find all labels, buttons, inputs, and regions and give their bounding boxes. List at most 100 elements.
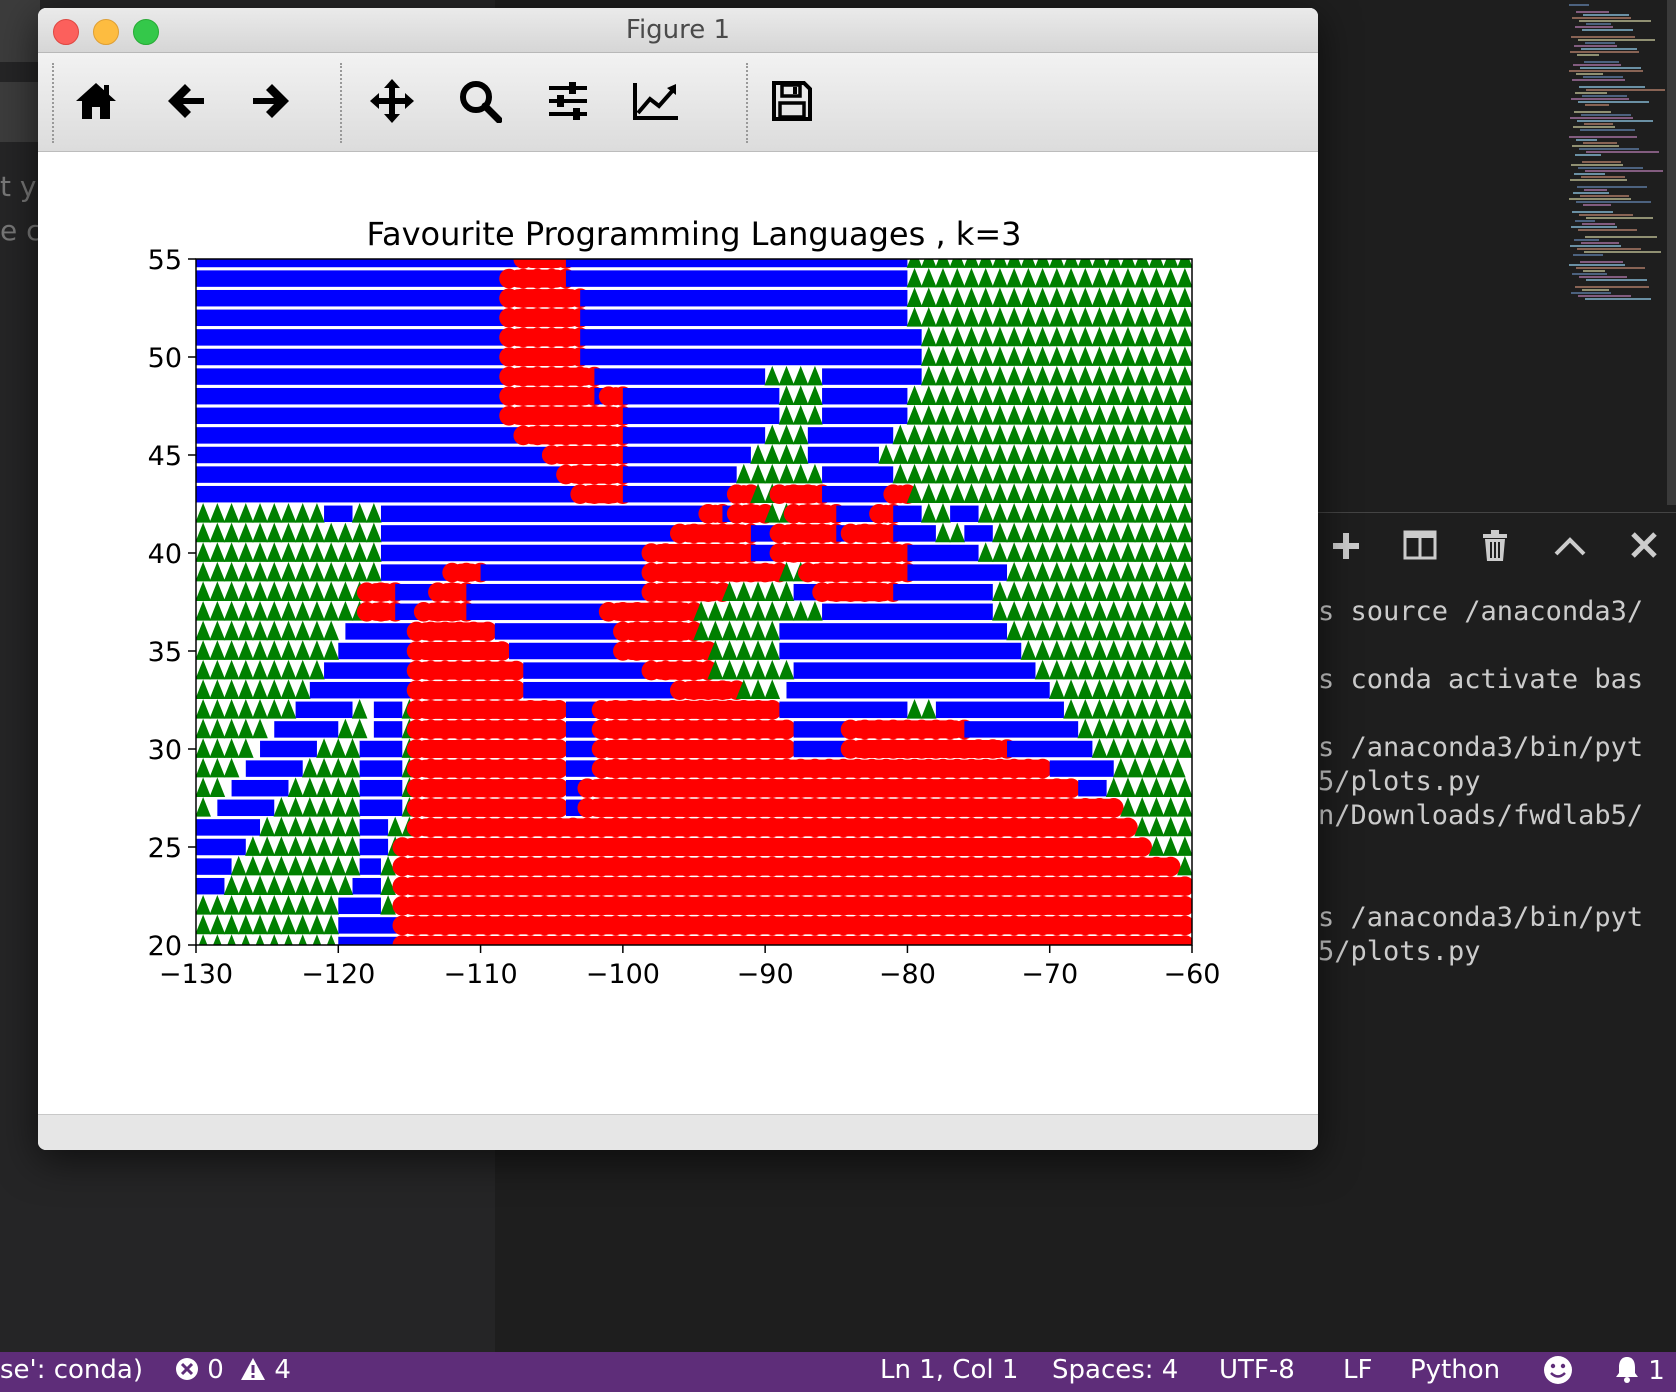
marker-triangle xyxy=(1162,581,1179,602)
minimap-line xyxy=(1583,142,1617,144)
marker-triangle xyxy=(330,855,347,876)
split-icon[interactable] xyxy=(1400,530,1440,568)
pan-button[interactable] xyxy=(364,75,420,131)
trash-icon[interactable] xyxy=(1475,530,1515,570)
marker-triangle xyxy=(316,777,332,798)
marker-triangle xyxy=(1162,307,1179,327)
marker-triangle xyxy=(209,659,226,680)
plus-icon[interactable] xyxy=(1326,530,1366,570)
marker-triangle xyxy=(241,934,251,945)
marker-triangle xyxy=(1020,326,1037,347)
figure-window[interactable]: Figure 1 −130 −120 −110 −100 −90 −80 −70… xyxy=(38,8,1318,1150)
minimap-line xyxy=(1579,20,1651,22)
marker-triangle xyxy=(764,620,781,641)
marker-triangle xyxy=(1162,385,1179,406)
marker-triangle xyxy=(280,679,297,700)
window-titlebar[interactable]: Figure 1 xyxy=(38,8,1318,53)
marker-triangle xyxy=(792,385,809,406)
save-button[interactable] xyxy=(764,75,820,131)
edit-axis-button[interactable] xyxy=(628,75,684,131)
chevron-up-icon[interactable] xyxy=(1550,530,1590,568)
plot[interactable]: −130 −120 −110 −100 −90 −80 −70 −60 20 25 30 35 40 45… xyxy=(38,152,1318,1114)
marker-square xyxy=(359,858,381,875)
marker-triangle xyxy=(764,640,781,660)
marker-triangle xyxy=(252,679,268,700)
marker-triangle xyxy=(1077,287,1094,308)
minimap-line xyxy=(1569,70,1643,72)
marker-square xyxy=(779,701,908,719)
marker-triangle xyxy=(209,561,226,582)
indentation-setting[interactable]: Spaces: 4 xyxy=(1052,1355,1178,1385)
minimap[interactable] xyxy=(1565,0,1676,500)
marker-triangle xyxy=(1162,287,1179,308)
home-button[interactable] xyxy=(68,75,124,131)
marker-triangle xyxy=(721,659,738,680)
feedback-smiley-icon[interactable] xyxy=(1543,1355,1573,1387)
marker-triangle xyxy=(1063,561,1079,582)
marker-triangle xyxy=(750,601,766,621)
cursor-position[interactable]: Ln 1, Col 1 xyxy=(880,1355,1018,1385)
marker-triangle xyxy=(330,757,347,778)
eol-setting[interactable]: LF xyxy=(1343,1355,1372,1385)
marker-circle xyxy=(549,739,569,759)
marker-triangle xyxy=(935,307,951,327)
marker-square xyxy=(245,760,303,777)
minimap-line xyxy=(1570,245,1621,247)
toolbar-separator xyxy=(340,63,342,143)
marker-triangle xyxy=(735,601,752,621)
marker-triangle xyxy=(259,855,275,876)
minimap-scrollbar[interactable] xyxy=(1667,0,1676,505)
marker-triangle xyxy=(1148,424,1165,445)
marker-triangle xyxy=(1120,561,1136,582)
marker-triangle xyxy=(351,718,368,739)
notifications-indicator[interactable]: 1 xyxy=(1614,1355,1665,1386)
marker-triangle xyxy=(977,424,994,445)
marker-triangle xyxy=(1091,659,1108,680)
encoding-setting[interactable]: UTF-8 xyxy=(1219,1355,1295,1385)
marker-triangle xyxy=(1105,640,1122,660)
minimap-line xyxy=(1576,139,1597,141)
marker-square xyxy=(964,721,1079,738)
marker-triangle xyxy=(294,503,311,523)
editor-tab[interactable] xyxy=(0,0,40,62)
back-button[interactable] xyxy=(158,75,214,131)
editor-tab[interactable] xyxy=(0,82,40,142)
marker-square xyxy=(196,446,552,464)
marker-triangle xyxy=(977,405,994,425)
terminal-output[interactable]: s source /anaconda3/ s conda activate ba… xyxy=(1318,595,1643,969)
marker-triangle xyxy=(309,503,325,523)
minimap-line xyxy=(1581,242,1619,244)
marker-triangle xyxy=(807,365,823,386)
marker-triangle xyxy=(1049,620,1065,641)
marker-triangle xyxy=(330,797,347,817)
forward-button[interactable] xyxy=(243,75,299,131)
marker-triangle xyxy=(920,483,937,504)
marker-triangle xyxy=(1177,581,1192,602)
marker-triangle xyxy=(778,405,795,425)
marker-triangle xyxy=(1148,326,1165,347)
marker-triangle xyxy=(223,699,240,719)
python-env-label[interactable]: se': conda) xyxy=(0,1355,143,1385)
configure-subplots-button[interactable] xyxy=(540,75,596,131)
minimap-line xyxy=(1581,48,1637,50)
marker-triangle xyxy=(1077,503,1094,523)
marker-triangle xyxy=(1006,405,1022,425)
marker-triangle xyxy=(1105,259,1122,268)
marker-triangle xyxy=(196,542,211,562)
x-tick-label: −120 xyxy=(301,959,375,990)
marker-square xyxy=(380,544,652,562)
terminal-line: s source /anaconda3/ xyxy=(1318,596,1644,627)
marker-square xyxy=(359,779,403,797)
marker-triangle xyxy=(1091,259,1108,268)
figure-canvas[interactable]: −130 −120 −110 −100 −90 −80 −70 −60 20 25 30 35 40 45… xyxy=(38,152,1318,1114)
zoom-button[interactable] xyxy=(452,75,508,131)
problems-indicator[interactable]: 0 4 xyxy=(175,1355,291,1385)
marker-triangle xyxy=(1162,522,1179,543)
marker-triangle xyxy=(1063,483,1079,504)
close-icon[interactable] xyxy=(1624,530,1664,568)
marker-triangle xyxy=(223,640,240,660)
marker-triangle xyxy=(1134,385,1151,406)
marker-triangle xyxy=(1063,640,1079,660)
language-mode[interactable]: Python xyxy=(1410,1355,1500,1385)
marker-circle xyxy=(549,778,569,798)
